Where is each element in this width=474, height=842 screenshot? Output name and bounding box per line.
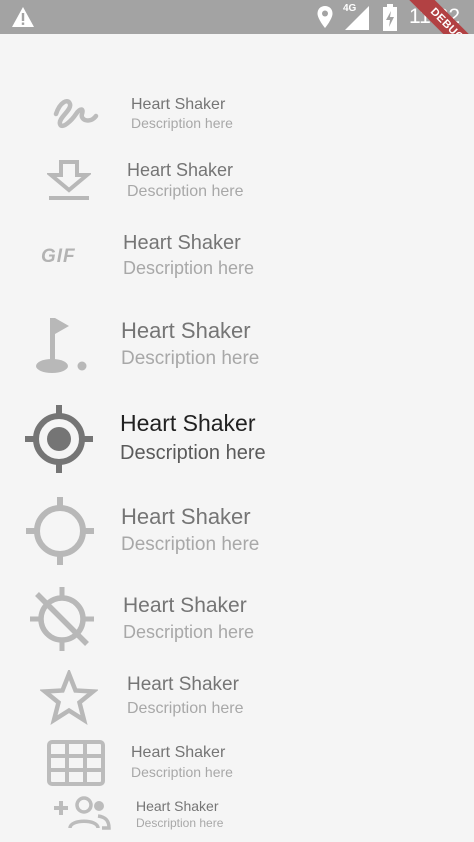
- list-item[interactable]: Heart Shaker Description here: [0, 494, 474, 566]
- download-icon: [47, 160, 91, 200]
- star-border-icon: [40, 670, 98, 725]
- heart-shaker-list: Heart Shaker Description here Heart Shak…: [0, 34, 474, 842]
- list-item[interactable]: Heart Shaker Description here: [0, 400, 474, 473]
- item-title: Heart Shaker: [136, 798, 219, 814]
- item-description: Description here: [123, 622, 255, 642]
- warning-icon: [12, 7, 34, 27]
- list-item[interactable]: Heart Shaker Description here: [0, 794, 474, 838]
- item-title: Heart Shaker: [127, 160, 234, 180]
- item-description: Description here: [127, 700, 244, 717]
- gps-not-fixed-icon: [26, 497, 94, 565]
- item-description: Description here: [121, 348, 260, 369]
- item-description: Description here: [131, 115, 233, 131]
- item-description: Description here: [123, 258, 255, 278]
- list-item[interactable]: Heart Shaker Description here: [0, 738, 474, 790]
- gesture-icon: [53, 99, 99, 129]
- list-item[interactable]: Heart Shaker Description here: [0, 670, 474, 726]
- battery-icon: [383, 4, 397, 31]
- golf-icon: [36, 318, 87, 373]
- status-bar: 4G 11:32 DEBUG: [0, 0, 474, 34]
- location-icon: [317, 6, 333, 28]
- item-title: Heart Shaker: [123, 594, 247, 617]
- item-description: Description here: [127, 183, 244, 200]
- list-item[interactable]: Heart Shaker Description here: [0, 312, 474, 378]
- item-title: Heart Shaker: [121, 318, 251, 343]
- item-title: Heart Shaker: [131, 744, 226, 761]
- item-title: Heart Shaker: [131, 96, 226, 113]
- item-title: Heart Shaker: [120, 410, 256, 436]
- gps-off-icon: [30, 587, 94, 651]
- item-description: Description here: [136, 816, 224, 830]
- item-title: Heart Shaker: [127, 674, 239, 695]
- list-item[interactable]: GIF Heart Shaker Description here: [0, 230, 474, 288]
- gps-fixed-icon: [25, 405, 93, 473]
- grid-on-icon: [47, 740, 105, 786]
- item-title: Heart Shaker: [123, 232, 241, 254]
- item-description: Description here: [121, 534, 260, 555]
- group-add-icon: [54, 796, 111, 830]
- item-title: Heart Shaker: [121, 504, 251, 529]
- list-item[interactable]: Heart Shaker Description here: [0, 156, 474, 206]
- item-description: Description here: [120, 442, 266, 464]
- list-item[interactable]: Heart Shaker Description here: [0, 584, 474, 654]
- signal-icon: [345, 6, 369, 30]
- list-item[interactable]: Heart Shaker Description here: [0, 94, 474, 140]
- gif-icon: GIF: [41, 246, 76, 267]
- item-description: Description here: [131, 764, 233, 780]
